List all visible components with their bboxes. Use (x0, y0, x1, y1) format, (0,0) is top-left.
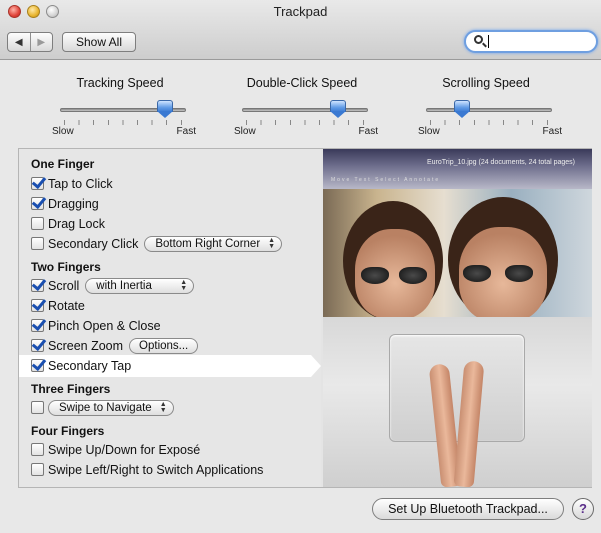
slider-min-label: Slow (418, 126, 440, 137)
slider-title: Tracking Speed (76, 76, 164, 90)
checkbox[interactable] (31, 299, 44, 312)
section-four-fingers: Four Fingers (31, 424, 105, 438)
option-switch-apps[interactable]: Swipe Left/Right to Switch Applications (31, 461, 263, 478)
option-three-finger-swipe[interactable]: Swipe to Navigate ▲ ▼ (31, 399, 174, 416)
tracking-speed-slider: Tracking Speed Slow Fast (50, 76, 196, 137)
section-two-fingers: Two Fingers (31, 260, 101, 274)
zoom-options-button[interactable]: Options... (129, 337, 199, 354)
option-screen-zoom[interactable]: Screen Zoom Options... (31, 337, 199, 354)
preview-app-toolbar: EuroTrip_10.jpg (24 documents, 24 total … (323, 149, 592, 189)
preview-window-title: EuroTrip_10.jpg (24 documents, 24 total … (427, 159, 575, 166)
slider-title: Scrolling Speed (442, 76, 530, 90)
gesture-options: One Finger Tap to Click Dragging Drag Lo… (19, 149, 321, 487)
help-button[interactable]: ? (572, 498, 594, 520)
option-label: Swipe Left/Right to Switch Applications (48, 462, 264, 477)
section-one-finger: One Finger (31, 157, 95, 171)
popup-value: Bottom Right Corner (155, 237, 261, 250)
slider-ticks (430, 120, 548, 125)
setup-bluetooth-trackpad-button[interactable]: Set Up Bluetooth Trackpad... (372, 498, 564, 520)
option-label: Scroll (48, 278, 80, 293)
slider-max-label: Fast (176, 126, 196, 137)
gesture-preview: EuroTrip_10.jpg (24 documents, 24 total … (323, 149, 592, 487)
option-dragging[interactable]: Dragging (31, 195, 99, 212)
option-expose[interactable]: Swipe Up/Down for Exposé (31, 441, 200, 458)
scrolling-speed-slider: Scrolling Speed Slow Fast (416, 76, 562, 137)
scroll-popup[interactable]: with Inertia ▲ ▼ (85, 277, 195, 294)
option-label: Swipe Up/Down for Exposé (48, 442, 201, 457)
checkbox[interactable] (31, 339, 44, 352)
updown-arrows-icon: ▲ ▼ (268, 236, 276, 250)
preview-photo (323, 189, 592, 322)
option-label: Rotate (48, 298, 85, 313)
slider-track[interactable] (426, 108, 552, 112)
slider-min-label: Slow (52, 126, 74, 137)
popup-value: Swipe to Navigate (59, 401, 152, 414)
trackpad-illustration (389, 334, 525, 442)
search-field[interactable] (464, 30, 598, 53)
popup-value: with Inertia (96, 279, 152, 292)
updown-arrows-icon: ▲ ▼ (159, 400, 167, 414)
option-tap-to-click[interactable]: Tap to Click (31, 175, 113, 192)
window-title: Trackpad (273, 4, 328, 19)
slider-max-label: Fast (358, 126, 378, 137)
option-secondary-tap[interactable]: Secondary Tap (31, 357, 131, 374)
slider-max-label: Fast (542, 126, 562, 137)
option-label: Secondary Click (48, 236, 139, 251)
title-bar: Trackpad ◀ ▶ Show All (0, 0, 601, 60)
slider-ticks (246, 120, 364, 125)
option-pinch[interactable]: Pinch Open & Close (31, 317, 161, 334)
checkbox[interactable] (31, 197, 44, 210)
option-rotate[interactable]: Rotate (31, 297, 85, 314)
show-all-button[interactable]: Show All (62, 32, 136, 52)
search-icon (474, 35, 483, 44)
option-drag-lock[interactable]: Drag Lock (31, 215, 105, 232)
option-label: Secondary Tap (48, 358, 132, 373)
forward-button[interactable]: ▶ (29, 33, 53, 51)
slider-ticks (64, 120, 182, 125)
checkbox[interactable] (31, 401, 44, 414)
three-finger-popup[interactable]: Swipe to Navigate ▲ ▼ (48, 399, 174, 416)
checkbox[interactable] (31, 319, 44, 332)
option-label: Tap to Click (48, 176, 113, 191)
checkbox[interactable] (31, 443, 44, 456)
slider-title: Double-Click Speed (246, 76, 358, 90)
checkbox[interactable] (31, 217, 44, 230)
checkbox[interactable] (31, 463, 44, 476)
checkbox[interactable] (31, 279, 44, 292)
slider-thumb[interactable] (156, 100, 173, 118)
option-label: Pinch Open & Close (48, 318, 161, 333)
slider-thumb[interactable] (453, 100, 470, 118)
checkbox[interactable] (31, 177, 44, 190)
slider-track[interactable] (242, 108, 368, 112)
slider-min-label: Slow (234, 126, 256, 137)
option-label: Drag Lock (48, 216, 105, 231)
double-click-speed-slider: Double-Click Speed Slow Fast (232, 76, 378, 137)
option-secondary-click[interactable]: Secondary Click Bottom Right Corner ▲ ▼ (31, 235, 283, 252)
checkbox[interactable] (31, 359, 44, 372)
option-label: Screen Zoom (48, 338, 124, 353)
back-button[interactable]: ◀ (8, 33, 30, 51)
option-scroll[interactable]: Scroll with Inertia ▲ ▼ (31, 277, 195, 294)
nav-group: ◀ ▶ (7, 32, 53, 52)
preview-toolbar-labels: Move Text Select Annotate (331, 177, 441, 183)
text-caret (488, 35, 489, 48)
updown-arrows-icon: ▲ ▼ (180, 278, 188, 292)
secondary-click-popup[interactable]: Bottom Right Corner ▲ ▼ (144, 235, 283, 252)
slider-thumb[interactable] (330, 100, 346, 118)
option-label: Dragging (48, 196, 99, 211)
section-three-fingers: Three Fingers (31, 382, 111, 396)
checkbox[interactable] (31, 237, 44, 250)
gesture-panel: One Finger Tap to Click Dragging Drag Lo… (18, 148, 592, 488)
